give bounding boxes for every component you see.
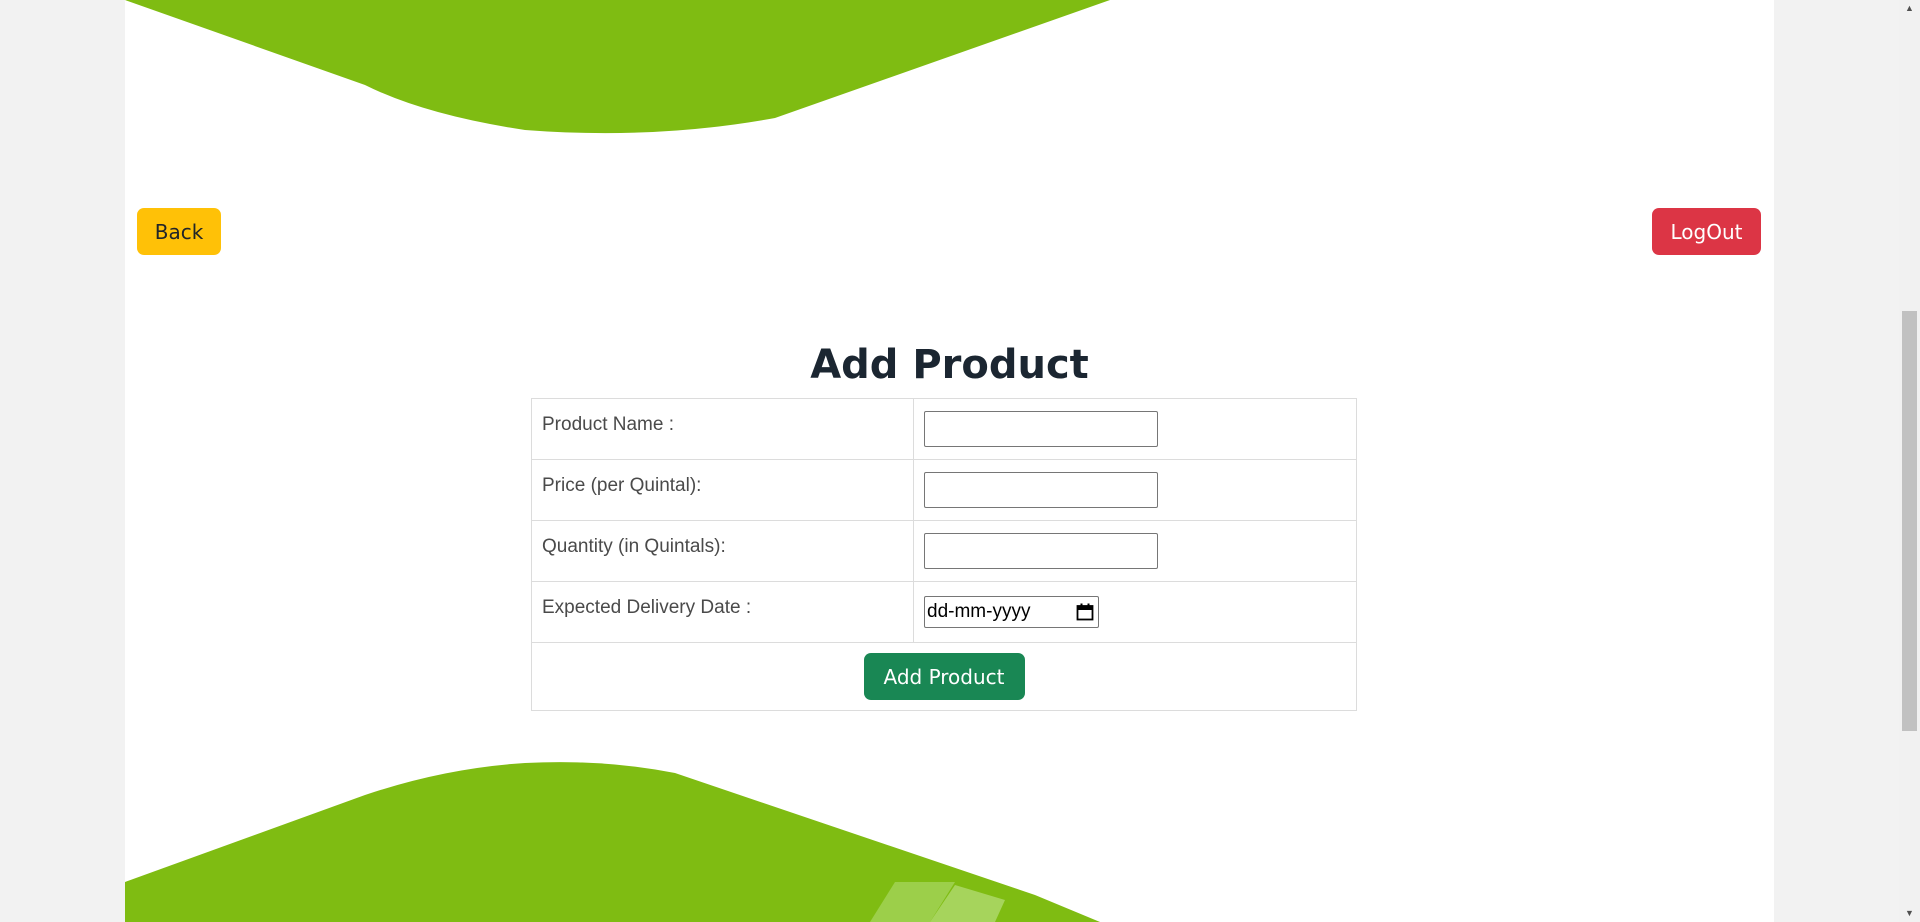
product-name-label: Product Name : xyxy=(542,414,674,435)
scrollbar-thumb[interactable] xyxy=(1902,311,1917,731)
scroll-up-arrow-icon[interactable]: ▲ xyxy=(1899,0,1920,17)
form-row-product-name: Product Name : xyxy=(531,398,1357,460)
quantity-input[interactable] xyxy=(924,533,1158,569)
delivery-date-input[interactable]: dd-mm-yyyy xyxy=(924,596,1099,628)
scroll-down-arrow-icon[interactable]: ▼ xyxy=(1899,905,1920,922)
back-button[interactable]: Back xyxy=(137,208,221,255)
add-product-form: Product Name : Price (per Quintal): Quan… xyxy=(531,398,1357,711)
page-content: Back LogOut Add Product Product Name : P… xyxy=(125,0,1774,922)
vertical-scrollbar[interactable]: ▲ ▼ xyxy=(1899,0,1920,922)
date-placeholder: dd-mm-yyyy xyxy=(927,601,1031,622)
form-row-quantity: Quantity (in Quintals): xyxy=(531,520,1357,582)
delivery-date-label: Expected Delivery Date : xyxy=(542,597,752,618)
quantity-label: Quantity (in Quintals): xyxy=(542,536,726,557)
price-label: Price (per Quintal): xyxy=(542,475,702,496)
add-product-button[interactable]: Add Product xyxy=(863,653,1025,700)
price-input[interactable] xyxy=(924,472,1158,508)
form-row-delivery-date: Expected Delivery Date : dd-mm-yyyy xyxy=(531,581,1357,643)
product-name-input[interactable] xyxy=(924,411,1158,447)
form-row-submit: Add Product xyxy=(531,642,1357,711)
logout-button[interactable]: LogOut xyxy=(1652,208,1761,255)
form-row-price: Price (per Quintal): xyxy=(531,459,1357,521)
calendar-icon[interactable] xyxy=(1076,603,1094,621)
page-title: Add Product xyxy=(810,342,1089,388)
bottom-wave-decoration xyxy=(125,762,1100,922)
top-wave-decoration xyxy=(125,0,1110,134)
